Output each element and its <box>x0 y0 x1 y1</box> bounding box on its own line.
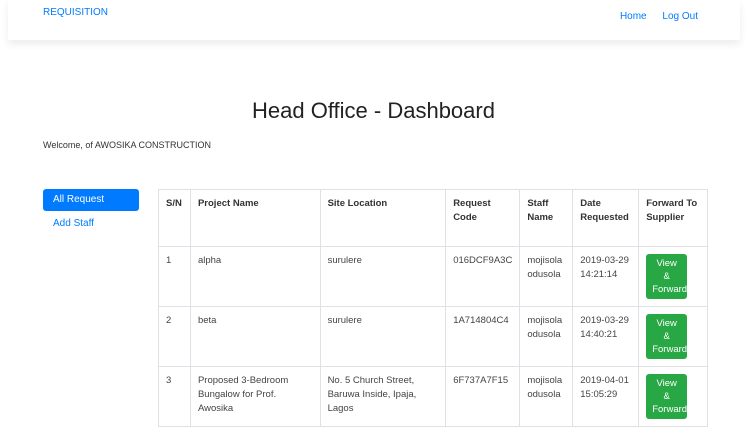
sidebar-item-add-staff[interactable]: Add Staff <box>43 213 139 235</box>
header-request-code: Request Code <box>445 189 521 247</box>
table-row: 1 alpha surulere 016DCF9A3C mojisola odu… <box>158 246 708 307</box>
cell-request-code: 016DCF9A3C <box>445 246 521 307</box>
cell-action: View & Forward <box>638 366 708 427</box>
cell-site-location: surulere <box>319 306 447 367</box>
cell-staff-name: mojisola odusola <box>519 366 574 427</box>
cell-sn: 1 <box>158 246 191 307</box>
cell-project-name: beta <box>189 306 321 367</box>
header-sn: S/N <box>158 189 191 247</box>
cell-date-requested: 2019-03-29 14:21:14 <box>572 246 640 307</box>
cell-site-location: No. 5 Church Street, Baruwa Inside, Ipaj… <box>319 366 447 427</box>
nav-home-link[interactable]: Home <box>620 11 647 22</box>
requests-table: S/N Project Name Site Location Request C… <box>158 189 708 427</box>
view-forward-button[interactable]: View & Forward <box>646 374 688 419</box>
view-forward-button[interactable]: View & Forward <box>646 314 688 359</box>
view-forward-button[interactable]: View & Forward <box>646 254 688 299</box>
brand-link[interactable]: REQUISITION <box>43 7 108 18</box>
sidebar-nav: All Request Add Staff <box>43 189 139 237</box>
cell-date-requested: 2019-03-29 14:40:21 <box>572 306 640 367</box>
page-title: Head Office - Dashboard <box>252 98 495 123</box>
cell-project-name: Proposed 3-Bedroom Bungalow for Prof. Aw… <box>189 366 321 427</box>
welcome-message: Welcome, of AWOSIKA CONSTRUCTION <box>43 140 212 150</box>
nav-logout-link[interactable]: Log Out <box>662 11 698 22</box>
table-row: 2 beta surulere 1A714804C4 mojisola odus… <box>158 306 708 367</box>
cell-staff-name: mojisola odusola <box>519 306 574 367</box>
header-project-name: Project Name <box>189 189 321 247</box>
table-row: 3 Proposed 3-Bedroom Bungalow for Prof. … <box>158 366 708 427</box>
cell-project-name: alpha <box>189 246 321 307</box>
top-navbar: REQUISITION Home Log Out <box>8 0 740 40</box>
table-header-row: S/N Project Name Site Location Request C… <box>158 189 708 247</box>
cell-request-code: 6F737A7F15 <box>445 366 521 427</box>
sidebar-item-all-request[interactable]: All Request <box>43 189 139 211</box>
cell-request-code: 1A714804C4 <box>445 306 521 367</box>
cell-action: View & Forward <box>638 306 708 367</box>
nav-links: Home Log Out <box>607 11 698 22</box>
header-site-location: Site Location <box>319 189 447 247</box>
cell-date-requested: 2019-04-01 15:05:29 <box>572 366 640 427</box>
header-staff-name: Staff Name <box>519 189 574 247</box>
header-date-requested: Date Requested <box>572 189 640 247</box>
cell-staff-name: mojisola odusola <box>519 246 574 307</box>
cell-sn: 3 <box>158 366 191 427</box>
header-forward-to-supplier: Forward To Supplier <box>638 189 708 247</box>
cell-action: View & Forward <box>638 246 708 307</box>
cell-sn: 2 <box>158 306 191 367</box>
cell-site-location: surulere <box>319 246 447 307</box>
